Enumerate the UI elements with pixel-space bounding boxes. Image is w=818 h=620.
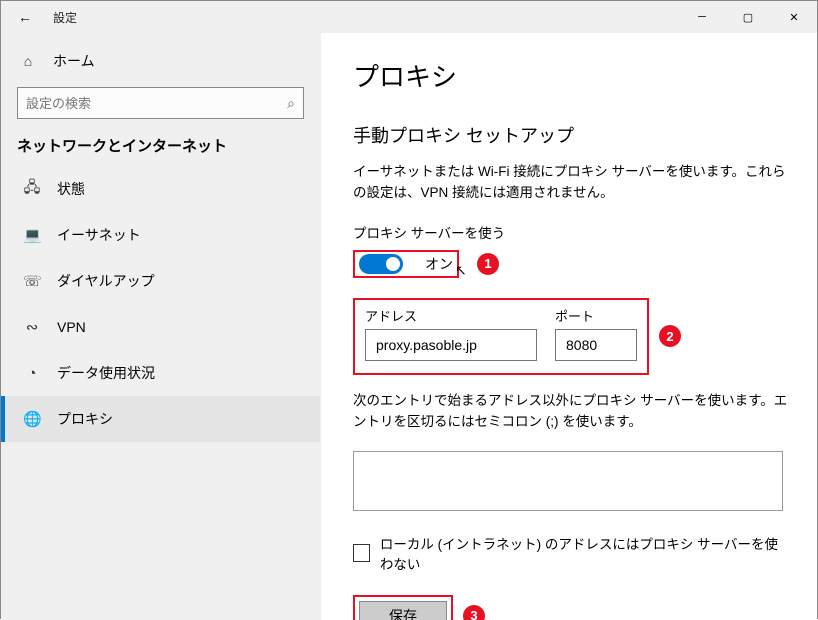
sidebar-item-label: プロキシ xyxy=(57,409,113,429)
sidebar-item-label: ホーム xyxy=(53,51,95,71)
address-port-group: アドレス ポート xyxy=(353,298,649,375)
sidebar-item-status[interactable]: 🖧 状態 xyxy=(1,166,320,212)
status-icon: 🖧 xyxy=(23,177,41,202)
bypass-description: 次のエントリで始まるアドレス以外にプロキシ サーバーを使います。エントリを区切る… xyxy=(353,391,789,433)
use-proxy-label: プロキシ サーバーを使う xyxy=(353,222,789,242)
callout-badge-1: 1 xyxy=(477,253,499,275)
proxy-icon: 🌐 xyxy=(23,410,41,428)
port-input[interactable] xyxy=(555,329,637,361)
maximize-button[interactable]: ▢ xyxy=(725,1,771,33)
content-area: プロキシ 手動プロキシ セットアップ イーサネットまたは Wi-Fi 接続にプロ… xyxy=(321,33,817,620)
toggle-row: ↖ オン 1 xyxy=(353,250,789,278)
arrow-left-icon: ← xyxy=(18,9,32,25)
sidebar-item-label: ダイヤルアップ xyxy=(57,271,155,291)
port-field: ポート xyxy=(555,306,637,361)
sidebar-item-dialup[interactable]: ☏ ダイヤルアップ xyxy=(1,258,320,304)
bypass-textarea[interactable] xyxy=(353,451,783,511)
callout-badge-2: 2 xyxy=(659,325,681,347)
data-usage-icon: ◔ xyxy=(23,365,41,382)
close-icon: ✕ xyxy=(789,11,798,24)
use-proxy-toggle[interactable] xyxy=(359,254,403,274)
page-title: プロキシ xyxy=(353,57,789,94)
callout-badge-3: 3 xyxy=(463,605,485,620)
port-label: ポート xyxy=(555,306,637,325)
sidebar-item-vpn[interactable]: ∾ VPN xyxy=(1,304,320,350)
sidebar-item-label: イーサネット xyxy=(57,225,141,245)
save-wrap: 保存 ↖ xyxy=(353,595,453,620)
minimize-button[interactable]: ─ xyxy=(679,1,725,33)
toggle-state-label: オン xyxy=(425,256,453,272)
save-button[interactable]: 保存 xyxy=(359,601,447,620)
section-heading: 手動プロキシ セットアップ xyxy=(353,122,789,148)
sidebar-item-label: 状態 xyxy=(57,179,85,199)
sidebar-item-home[interactable]: ⌂ ホーム xyxy=(1,39,320,83)
window-title: 設定 xyxy=(53,9,77,26)
minimize-icon: ─ xyxy=(698,11,706,23)
sidebar-section-title: ネットワークとインターネット xyxy=(1,131,320,166)
search-box[interactable]: ⌕ xyxy=(17,87,304,119)
sidebar-item-label: VPN xyxy=(57,319,86,335)
section-description: イーサネットまたは Wi-Fi 接続にプロキシ サーバーを使います。これらの設定… xyxy=(353,162,789,204)
dont-use-local-row[interactable]: ローカル (イントラネット) のアドレスにはプロキシ サーバーを使わない xyxy=(353,533,789,573)
back-button[interactable]: ← xyxy=(9,9,41,25)
ethernet-icon: 💻 xyxy=(23,226,41,244)
cursor-icon: ↖ xyxy=(455,262,467,279)
sidebar-item-data-usage[interactable]: ◔ データ使用状況 xyxy=(1,350,320,396)
vpn-icon: ∾ xyxy=(23,318,41,336)
address-label: アドレス xyxy=(365,306,537,325)
sidebar-item-label: データ使用状況 xyxy=(57,363,155,383)
dialup-icon: ☏ xyxy=(23,272,41,290)
dont-use-local-checkbox[interactable] xyxy=(353,544,370,562)
sidebar: ⌂ ホーム ⌕ ネットワークとインターネット 🖧 状態 💻 イーサネット ☏ ダ… xyxy=(1,33,321,620)
window-controls: ─ ▢ ✕ xyxy=(679,1,817,33)
titlebar: ← 設定 ─ ▢ ✕ xyxy=(1,1,817,33)
sidebar-item-proxy[interactable]: 🌐 プロキシ xyxy=(1,396,320,442)
home-icon: ⌂ xyxy=(19,53,37,69)
close-button[interactable]: ✕ xyxy=(771,1,817,33)
address-input[interactable] xyxy=(365,329,537,361)
sidebar-item-ethernet[interactable]: 💻 イーサネット xyxy=(1,212,320,258)
search-icon: ⌕ xyxy=(287,95,295,112)
address-field: アドレス xyxy=(365,306,537,361)
dont-use-local-label: ローカル (イントラネット) のアドレスにはプロキシ サーバーを使わない xyxy=(380,533,789,573)
search-input[interactable] xyxy=(26,96,287,111)
maximize-icon: ▢ xyxy=(743,11,753,24)
